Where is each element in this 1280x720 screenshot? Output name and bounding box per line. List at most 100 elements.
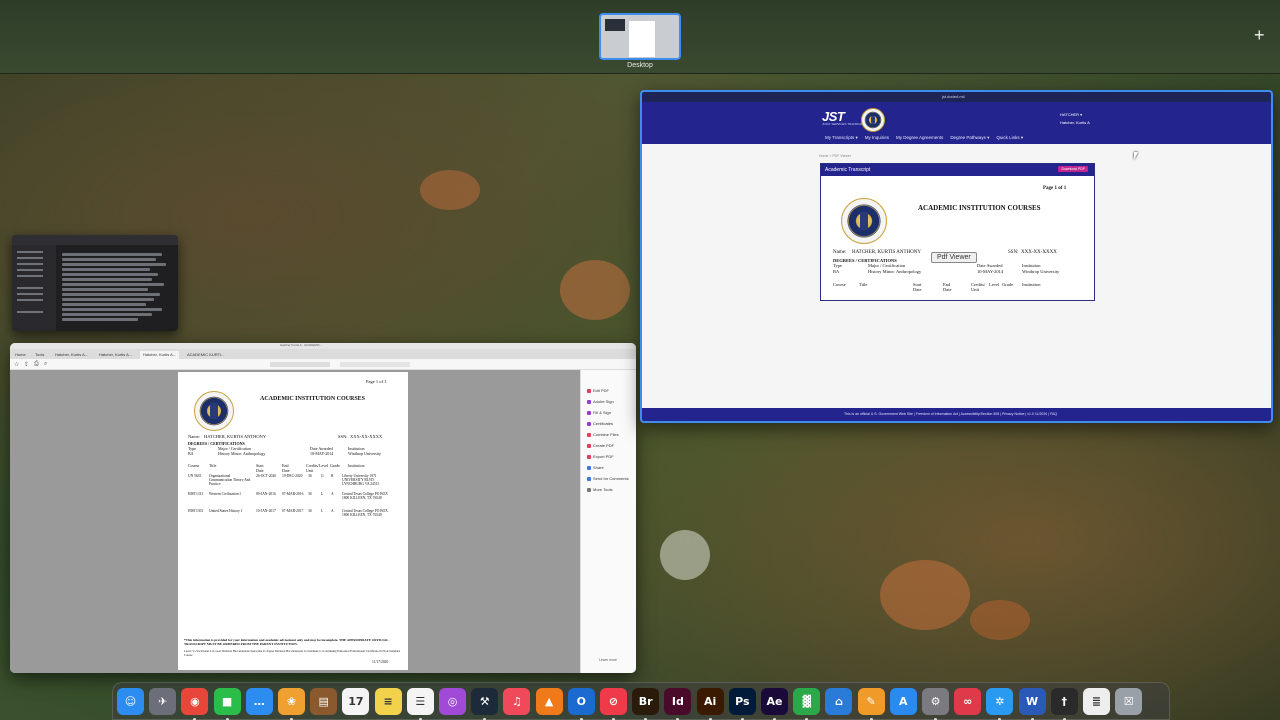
outlook-icon[interactable]: O [567, 688, 595, 715]
nav-quick-links[interactable]: Quick Links ▾ [996, 135, 1023, 141]
finder-titlebar[interactable] [12, 235, 178, 245]
tool-send-for-comments[interactable]: Send for Comments [587, 476, 629, 481]
tab-document-active[interactable]: Hatcher, Kurtis A... [140, 351, 180, 359]
sidebar-item[interactable] [17, 311, 43, 313]
finder-icon[interactable]: ☺ [117, 688, 144, 715]
aftereffects-icon[interactable]: Ae [761, 688, 788, 715]
sidebar-item[interactable] [17, 263, 43, 265]
file-row[interactable] [62, 258, 156, 261]
tab-tools[interactable]: Tools [32, 351, 47, 359]
sidebar-item[interactable] [17, 299, 43, 301]
tool-certificates[interactable]: Certificates [587, 421, 613, 426]
desktop-space-thumbnail[interactable] [599, 13, 681, 60]
tool-adobe-sign[interactable]: Adobe Sign [587, 399, 614, 404]
nav-degree-pathways[interactable]: Degree Pathways ▾ [950, 135, 989, 141]
pdf-viewer-panel[interactable]: Academic Transcript Download PDF Page 1 … [820, 163, 1095, 301]
sidebar-item[interactable] [17, 275, 43, 277]
xcode-icon[interactable]: ⚒ [471, 688, 499, 715]
search-icon[interactable]: ⌕ [44, 361, 47, 368]
sidebar-item[interactable] [17, 257, 43, 259]
news-icon[interactable]: ⊘ [600, 688, 627, 715]
browser-window[interactable]: jst.doded.mil JST JOINT SERVICES TRANSCR… [640, 90, 1273, 423]
creativecloud-icon[interactable]: ∞ [954, 688, 982, 715]
music-icon[interactable]: ♫ [503, 688, 531, 715]
file-row[interactable] [62, 318, 138, 321]
nav-my-degree-agreements[interactable]: My Degree Agreements [896, 135, 943, 141]
ssn-label: SSN: [1008, 250, 1019, 255]
keynote-icon[interactable]: ⌂ [825, 688, 853, 715]
facetime-icon[interactable]: ■ [213, 688, 241, 715]
illustrator-icon[interactable]: Ai [696, 688, 724, 715]
file-row[interactable] [62, 313, 152, 316]
photoshop-icon[interactable]: Ps [728, 688, 756, 715]
file-row[interactable] [62, 263, 166, 266]
messages-icon[interactable]: … [245, 688, 273, 715]
file-row[interactable] [62, 288, 148, 291]
tool-export-pdf[interactable]: Export PDF [587, 454, 614, 459]
settings-icon[interactable]: ⚙ [922, 688, 949, 715]
file-row[interactable] [62, 293, 160, 296]
file-row[interactable] [62, 273, 158, 276]
sidebar-item[interactable] [17, 287, 43, 289]
tool-fill-sign[interactable]: Fill & Sign [587, 410, 611, 415]
indesign-icon[interactable]: Id [664, 688, 692, 715]
bridge-icon[interactable]: Br [632, 688, 660, 715]
learn-more-link[interactable]: Learn more [599, 658, 617, 662]
pages-icon[interactable]: ✎ [857, 688, 885, 715]
podcasts-icon[interactable]: ◎ [439, 688, 466, 715]
finder-window[interactable] [12, 235, 178, 331]
photos-icon[interactable]: ❀ [278, 688, 305, 715]
file-row[interactable] [62, 298, 154, 301]
tab-document[interactable]: Hatcher, Kurtis A... [52, 351, 91, 359]
tool-edit-pdf[interactable]: Edit PDF [587, 388, 609, 393]
trash-icon[interactable]: ☒ [1115, 688, 1143, 715]
star-icon[interactable]: ☆ [14, 361, 19, 368]
tool-more-tools[interactable]: More Tools [587, 487, 613, 492]
mini-document [629, 21, 655, 57]
tab-document[interactable]: ACADEMIC KURTI... [184, 351, 228, 359]
calendar-icon[interactable]: 17 [342, 688, 370, 715]
tab-document[interactable]: Hatcher, Kurtis A... [96, 351, 135, 359]
add-space-button[interactable]: + [1254, 26, 1265, 44]
vlc-icon[interactable]: ▲ [535, 688, 563, 715]
numbers-icon[interactable]: ▓ [793, 688, 821, 715]
sidebar-item[interactable] [17, 251, 43, 253]
file-row[interactable] [62, 283, 164, 286]
browser-titlebar[interactable]: jst.doded.mil [642, 92, 1271, 102]
print-icon[interactable]: ⎙ [34, 361, 39, 368]
upload-icon[interactable]: ⇪ [24, 361, 29, 368]
file-row[interactable] [62, 308, 162, 311]
launchpad-icon[interactable]: ✈ [149, 688, 177, 715]
textedit-icon[interactable]: ≣ [1083, 688, 1110, 715]
file-row[interactable] [62, 303, 146, 306]
tool-combine-files[interactable]: Combine Files [587, 432, 619, 437]
file-row[interactable] [62, 253, 162, 256]
sidebar-item[interactable] [17, 293, 43, 295]
appstore-icon[interactable]: A [889, 688, 917, 715]
file-row[interactable] [62, 278, 152, 281]
reminders-icon[interactable]: ☰ [406, 688, 434, 715]
document-canvas[interactable]: Page 1 of 1 ACADEMIC INSTITUTION COURSES… [10, 370, 580, 673]
notefile-icon[interactable]: ▤ [310, 688, 338, 715]
sidebar-item[interactable] [17, 269, 43, 271]
zoom-controls[interactable] [270, 362, 330, 367]
nav-my-transcripts[interactable]: My Transcripts ▾ [825, 135, 858, 141]
acrobat-window[interactable]: Hatcher Kurtis A - ACADEMIC... Home Tool… [10, 343, 636, 673]
address-bar[interactable]: jst.doded.mil [942, 94, 964, 99]
course-col: End Date [943, 282, 952, 292]
tool-create-pdf[interactable]: Create PDF [587, 443, 614, 448]
tab-home[interactable]: Home [12, 351, 29, 359]
file-row[interactable] [62, 268, 150, 271]
download-pdf-button[interactable]: Download PDF [1058, 166, 1088, 172]
annotation-tools[interactable] [340, 362, 410, 367]
word-icon[interactable]: W [1018, 688, 1046, 715]
footer-links[interactable]: This is an official U.S. Government Web … [844, 412, 1057, 416]
safari-icon[interactable]: ✲ [986, 688, 1014, 715]
chrome-icon[interactable]: ◉ [181, 688, 209, 715]
breadcrumb[interactable]: Home > PDF Viewer [819, 154, 851, 158]
user-menu[interactable]: HATCHER ▾ [1060, 112, 1082, 117]
tool-share[interactable]: Share [587, 465, 604, 470]
notes-icon[interactable]: ≡ [374, 688, 402, 715]
acrobat-icon[interactable]: † [1050, 688, 1078, 715]
nav-my-inquiries[interactable]: My Inquiries [865, 135, 889, 141]
